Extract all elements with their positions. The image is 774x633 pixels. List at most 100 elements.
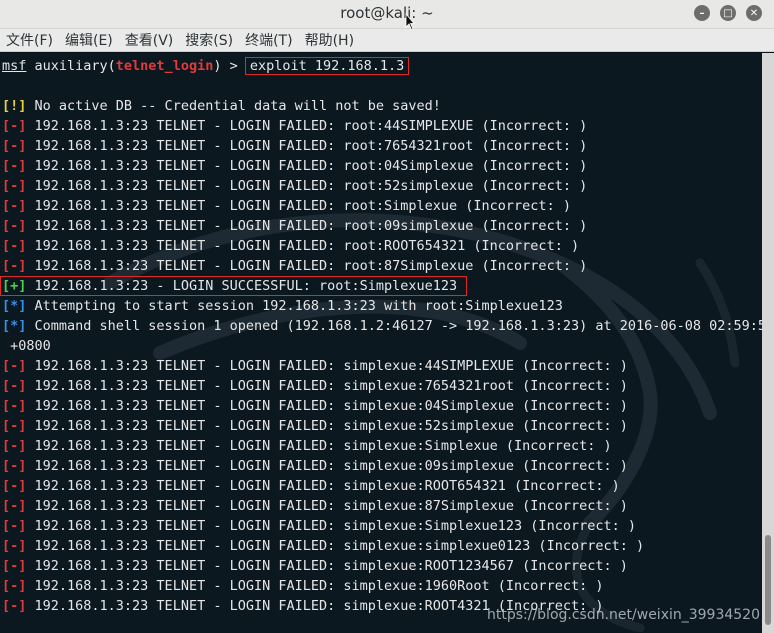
terminal-line: [-] 192.168.1.3:23 TELNET - LOGIN FAILED… <box>2 516 762 536</box>
line-content: [-] 192.168.1.3:23 TELNET - LOGIN FAILED… <box>2 358 628 374</box>
scrollbar-thumb[interactable] <box>765 535 771 625</box>
line-text: 192.168.1.3:23 TELNET - LOGIN FAILED: si… <box>26 558 628 574</box>
status-tag: [-] <box>2 238 27 254</box>
terminal-line: [-] 192.168.1.3:23 TELNET - LOGIN FAILED… <box>2 456 762 476</box>
line-content: [-] 192.168.1.3:23 TELNET - LOGIN FAILED… <box>2 538 644 554</box>
terminal-line: [-] 192.168.1.3:23 TELNET - LOGIN FAILED… <box>2 536 762 556</box>
terminal-line: [+] 192.168.1.3:23 - LOGIN SUCCESSFUL: r… <box>0 276 762 296</box>
line-content: [-] 192.168.1.3:23 TELNET - LOGIN FAILED… <box>2 458 628 474</box>
status-tag: [-] <box>2 498 27 514</box>
line-content: [-] 192.168.1.3:23 TELNET - LOGIN FAILED… <box>2 178 587 194</box>
line-text: 192.168.1.3:23 TELNET - LOGIN FAILED: ro… <box>26 218 588 234</box>
line-content: [-] 192.168.1.3:23 TELNET - LOGIN FAILED… <box>2 118 587 134</box>
terminal-line: [*] Command shell session 1 opened (192.… <box>2 316 762 336</box>
line-text: 192.168.1.3:23 TELNET - LOGIN FAILED: si… <box>26 458 628 474</box>
line-text: 192.168.1.3:23 TELNET - LOGIN FAILED: si… <box>26 378 628 394</box>
menu-search[interactable]: 搜索(S) <box>185 30 233 50</box>
line-content: [-] 192.168.1.3:23 TELNET - LOGIN FAILED… <box>2 578 603 594</box>
module-name: telnet_login <box>115 58 214 74</box>
status-tag: [-] <box>2 198 27 214</box>
menu-edit[interactable]: 编辑(E) <box>65 30 113 50</box>
line-content: [-] 192.168.1.3:23 TELNET - LOGIN FAILED… <box>2 498 628 514</box>
status-tag: [-] <box>2 138 27 154</box>
line-text: 192.168.1.3:23 TELNET - LOGIN FAILED: si… <box>26 518 636 534</box>
terminal-line: [*] Attempting to start session 192.168.… <box>2 296 762 316</box>
line-text: 192.168.1.3:23 TELNET - LOGIN FAILED: ro… <box>26 258 588 274</box>
line-text: Attempting to start session 192.168.1.3:… <box>26 298 563 314</box>
status-tag: [-] <box>2 478 27 494</box>
prompt-msf: msf <box>2 58 27 74</box>
terminal-line: [-] 192.168.1.3:23 TELNET - LOGIN FAILED… <box>2 376 762 396</box>
terminal-line: [-] 192.168.1.3:23 TELNET - LOGIN FAILED… <box>2 176 762 196</box>
line-content: [-] 192.168.1.3:23 TELNET - LOGIN FAILED… <box>2 238 579 254</box>
line-content: [-] 192.168.1.3:23 TELNET - LOGIN FAILED… <box>2 378 628 394</box>
terminal-window: root@kali: ~ – □ ✕ 文件(F) 编辑(E) 查看(V) 搜索(… <box>0 0 774 633</box>
prompt-line[interactable]: msf auxiliary(telnet_login) > exploit 19… <box>2 56 762 76</box>
close-icon[interactable]: ✕ <box>746 5 762 21</box>
terminal-line: [-] 192.168.1.3:23 TELNET - LOGIN FAILED… <box>2 476 762 496</box>
terminal-line: [-] 192.168.1.3:23 TELNET - LOGIN FAILED… <box>2 576 762 596</box>
line-text: 192.168.1.3:23 TELNET - LOGIN FAILED: si… <box>26 538 645 554</box>
command-input[interactable]: exploit 192.168.1.3 <box>244 57 410 75</box>
line-content: [-] 192.168.1.3:23 TELNET - LOGIN FAILED… <box>2 398 628 414</box>
status-tag: [-] <box>2 438 27 454</box>
status-tag: [-] <box>2 418 27 434</box>
line-content: [-] 192.168.1.3:23 TELNET - LOGIN FAILED… <box>2 218 587 234</box>
terminal-line: [!] No active DB -- Credential data will… <box>2 96 762 116</box>
line-text: 192.168.1.3:23 TELNET - LOGIN FAILED: ro… <box>26 238 580 254</box>
prompt-post: ) > <box>213 58 246 74</box>
terminal-line: [-] 192.168.1.3:23 TELNET - LOGIN FAILED… <box>2 496 762 516</box>
menu-bar: 文件(F) 编辑(E) 查看(V) 搜索(S) 终端(T) 帮助(H) <box>0 29 774 52</box>
menu-file[interactable]: 文件(F) <box>6 30 53 50</box>
line-text: 192.168.1.3:23 TELNET - LOGIN FAILED: ro… <box>26 118 588 134</box>
maximize-icon[interactable]: □ <box>720 5 736 21</box>
status-tag: [-] <box>2 158 27 174</box>
terminal-line: [-] 192.168.1.3:23 TELNET - LOGIN FAILED… <box>2 416 762 436</box>
status-tag: [-] <box>2 538 27 554</box>
status-tag: [-] <box>2 358 27 374</box>
watermark: https://blog.csdn.net/weixin_39934520 <box>486 607 760 623</box>
line-content: +0800 <box>2 338 51 354</box>
line-content: [-] 192.168.1.3:23 TELNET - LOGIN FAILED… <box>2 158 587 174</box>
title-bar[interactable]: root@kali: ~ – □ ✕ <box>0 0 774 31</box>
status-tag: [-] <box>2 458 27 474</box>
status-tag: [-] <box>2 378 27 394</box>
line-text: +0800 <box>2 338 51 354</box>
menu-help[interactable]: 帮助(H) <box>305 30 354 50</box>
terminal-line: [-] 192.168.1.3:23 TELNET - LOGIN FAILED… <box>2 156 762 176</box>
terminal-line: [-] 192.168.1.3:23 TELNET - LOGIN FAILED… <box>2 236 762 256</box>
scrollbar[interactable] <box>762 53 774 633</box>
terminal-line: [-] 192.168.1.3:23 TELNET - LOGIN FAILED… <box>2 256 762 276</box>
status-tag: [!] <box>2 98 27 114</box>
line-text: 192.168.1.3:23 TELNET - LOGIN FAILED: si… <box>26 578 604 594</box>
line-text: 192.168.1.3:23 TELNET - LOGIN FAILED: ro… <box>26 138 588 154</box>
line-content: [*] Command shell session 1 opened (192.… <box>2 318 762 334</box>
terminal-output[interactable]: msf auxiliary(telnet_login) > exploit 19… <box>0 53 762 633</box>
line-text: 192.168.1.3:23 TELNET - LOGIN FAILED: si… <box>26 478 620 494</box>
status-tag: [-] <box>2 118 27 134</box>
line-content: [-] 192.168.1.3:23 TELNET - LOGIN FAILED… <box>2 478 620 494</box>
line-content: [-] 192.168.1.3:23 TELNET - LOGIN FAILED… <box>2 258 587 274</box>
terminal-line: +0800 <box>2 336 762 356</box>
line-content: [-] 192.168.1.3:23 TELNET - LOGIN FAILED… <box>2 418 628 434</box>
terminal-line: [-] 192.168.1.3:23 TELNET - LOGIN FAILED… <box>2 196 762 216</box>
line-content: [!] No active DB -- Credential data will… <box>2 98 441 114</box>
line-content: [*] Attempting to start session 192.168.… <box>2 298 563 314</box>
terminal-line: [-] 192.168.1.3:23 TELNET - LOGIN FAILED… <box>2 356 762 376</box>
line-text: 192.168.1.3:23 TELNET - LOGIN FAILED: ro… <box>26 158 588 174</box>
minimize-icon[interactable]: – <box>694 5 710 21</box>
terminal-line: [-] 192.168.1.3:23 TELNET - LOGIN FAILED… <box>2 436 762 456</box>
line-content: [-] 192.168.1.3:23 TELNET - LOGIN FAILED… <box>2 518 636 534</box>
status-tag: [-] <box>2 558 27 574</box>
terminal-line: [-] 192.168.1.3:23 TELNET - LOGIN FAILED… <box>2 136 762 156</box>
terminal-line: [-] 192.168.1.3:23 TELNET - LOGIN FAILED… <box>2 116 762 136</box>
menu-view[interactable]: 查看(V) <box>125 30 174 50</box>
line-content: [-] 192.168.1.3:23 TELNET - LOGIN FAILED… <box>2 198 571 214</box>
line-content: [-] 192.168.1.3:23 TELNET - LOGIN FAILED… <box>2 558 628 574</box>
window-title: root@kali: ~ <box>340 4 434 22</box>
menu-terminal[interactable]: 终端(T) <box>245 30 292 50</box>
status-tag: [-] <box>2 178 27 194</box>
line-text: 192.168.1.3:23 - LOGIN SUCCESSFUL: root:… <box>26 278 466 294</box>
status-tag: [-] <box>2 218 27 234</box>
